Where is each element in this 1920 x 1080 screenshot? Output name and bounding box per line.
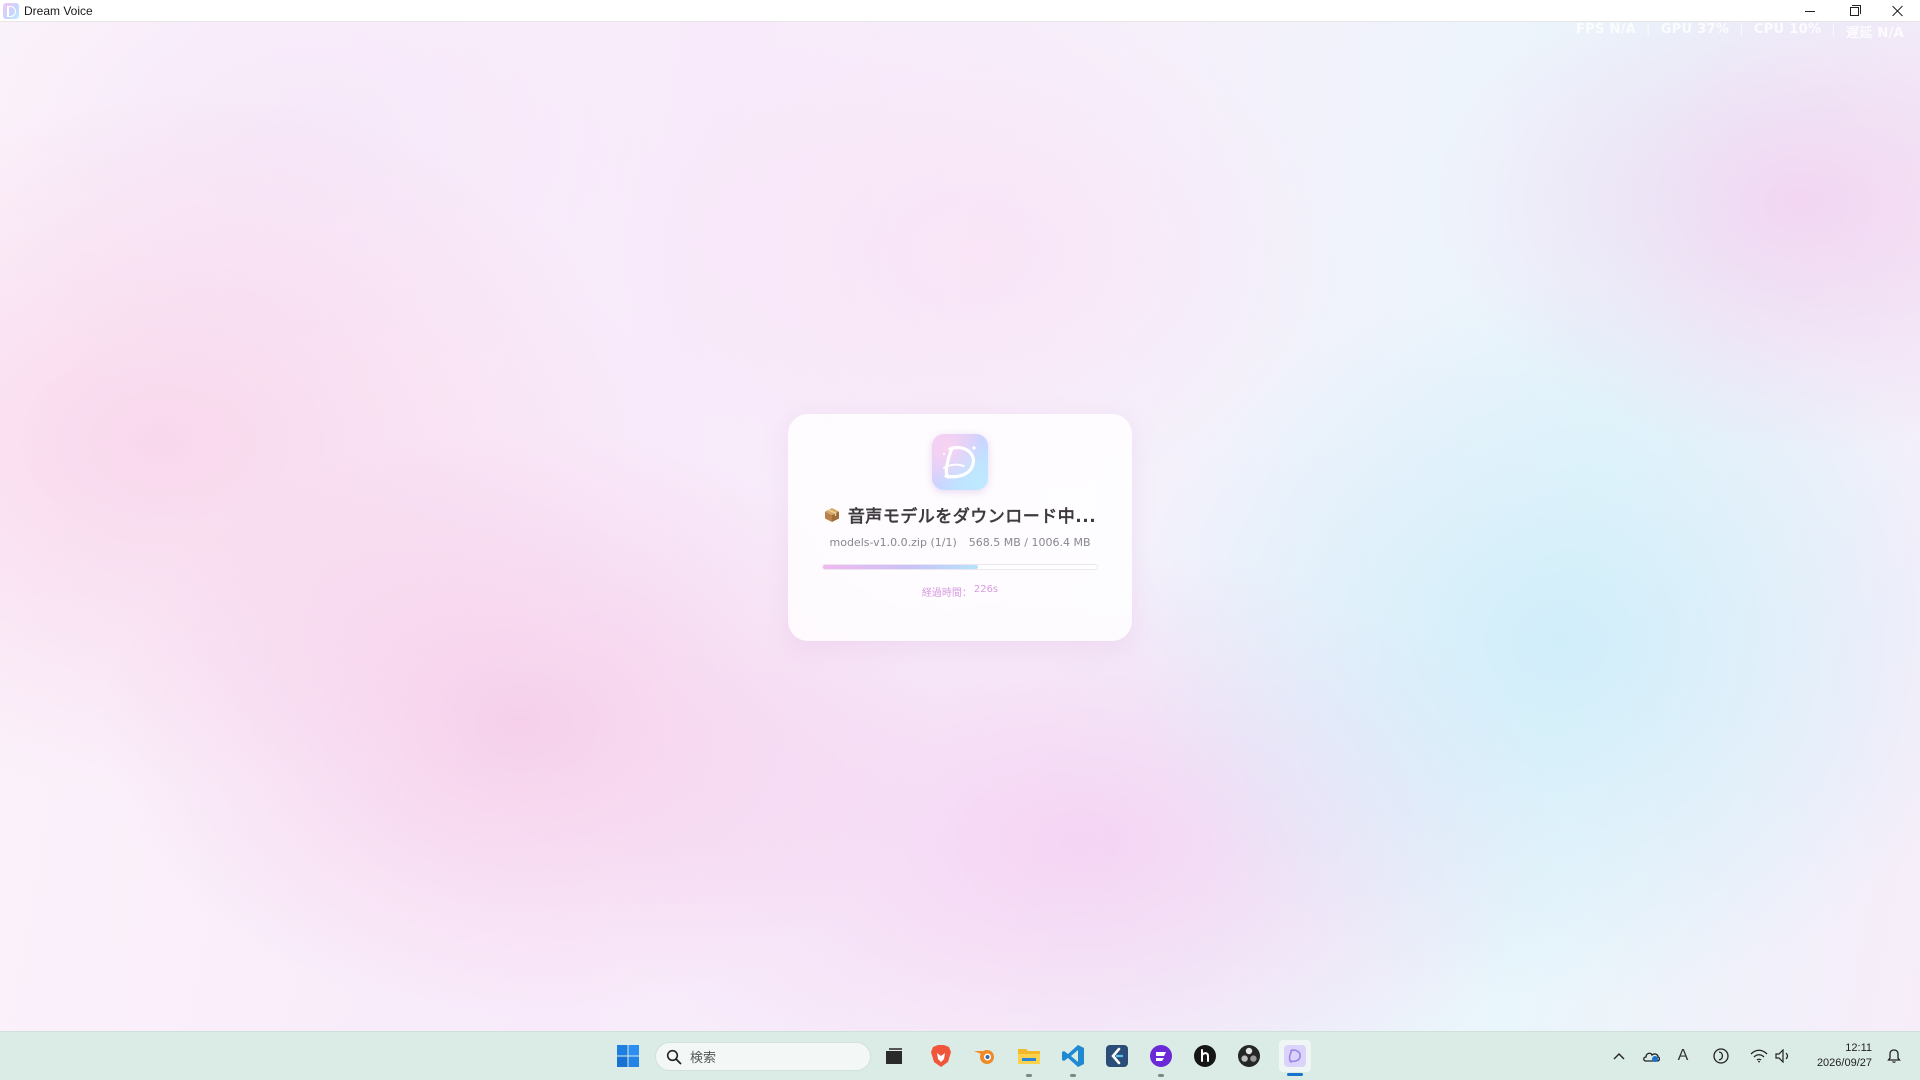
restore-button[interactable]: [1832, 0, 1876, 22]
running-indicator: [1026, 1074, 1032, 1077]
latency-readout: 遅延 N/A: [1845, 26, 1904, 41]
dream-voice-app-icon: [3, 2, 19, 19]
ime-a-icon[interactable]: A: [1673, 1046, 1693, 1066]
download-size-progress: 568.5 MB / 1006.4 MB: [968, 536, 1091, 549]
gpu-readout: GPU 37%: [1660, 22, 1730, 37]
restore-icon: [1849, 4, 1861, 16]
windows-start-icon[interactable]: [614, 1042, 642, 1070]
window-controls: [1788, 0, 1920, 22]
separator: |: [1646, 22, 1651, 37]
performance-overlay: FPS N/A | GPU 37% | CPU 10% | 遅延 N/A: [1576, 22, 1904, 41]
window-titlebar: Dream Voice: [0, 0, 1920, 22]
taskbar-clock[interactable]: 12:11 2026/09/27: [1800, 1041, 1872, 1071]
download-progress-fill: [823, 565, 978, 569]
download-title: 音声モデルをダウンロード中...: [847, 507, 1097, 527]
download-file-info: models-v1.0.0.zip (1/1) 568.5 MB / 1006.…: [788, 536, 1132, 549]
running-indicator: [1070, 1074, 1076, 1077]
vscode-icon[interactable]: [1059, 1042, 1087, 1070]
download-heading: 音声モデルをダウンロード中...: [788, 502, 1132, 527]
minimize-button[interactable]: [1788, 0, 1832, 22]
app-content-area: FPS N/A | GPU 37% | CPU 10% | 遅延 N/A 音声モ…: [0, 22, 1920, 1031]
file-explorer-icon[interactable]: [1015, 1042, 1043, 1070]
minimize-icon: [1805, 10, 1815, 12]
obs-icon[interactable]: [1235, 1042, 1263, 1070]
app-k-icon[interactable]: [1103, 1042, 1131, 1070]
window-title: Dream Voice: [24, 3, 93, 18]
clock-time: 12:11: [1845, 1042, 1872, 1054]
search-icon: [666, 1049, 682, 1064]
chevron-up-icon[interactable]: [1609, 1046, 1629, 1066]
separator: |: [1831, 22, 1836, 37]
elapsed-value: 226s: [973, 584, 999, 595]
file-name: models-v1.0.0.zip (1/1): [829, 536, 957, 549]
package-icon: [824, 507, 840, 523]
app-crescent-icon[interactable]: [1711, 1046, 1731, 1066]
running-indicator: [1158, 1074, 1164, 1077]
active-app-indicator: [1287, 1073, 1303, 1076]
task-view-icon[interactable]: [880, 1042, 908, 1070]
brave-browser-icon[interactable]: [927, 1042, 955, 1070]
dream-voice-icon[interactable]: [1279, 1040, 1311, 1072]
search-placeholder: 検索: [690, 1050, 717, 1065]
close-button[interactable]: [1876, 0, 1920, 22]
cpu-readout: CPU 10%: [1753, 22, 1822, 37]
separator: |: [1739, 22, 1744, 37]
wifi-icon[interactable]: [1749, 1046, 1769, 1066]
notification-icon[interactable]: [1884, 1046, 1904, 1066]
elapsed-label: 経過時間：: [921, 588, 972, 599]
onedrive-icon[interactable]: [1641, 1046, 1661, 1066]
taskbar-search-box[interactable]: 検索: [655, 1042, 871, 1071]
download-progress-bar: [822, 564, 1098, 570]
download-card: 音声モデルをダウンロード中... models-v1.0.0.zip (1/1)…: [788, 414, 1132, 641]
volume-icon[interactable]: [1774, 1046, 1794, 1066]
blender-icon[interactable]: [971, 1042, 999, 1070]
fps-readout: FPS N/A: [1575, 22, 1637, 37]
elapsed-time: 経過時間： 226s: [788, 584, 1132, 599]
clock-date: 2026/09/27: [1816, 1057, 1872, 1069]
dream-voice-logo: [932, 434, 988, 490]
app-black-circle-icon[interactable]: [1191, 1042, 1219, 1070]
app-purple-icon[interactable]: [1147, 1042, 1175, 1070]
logo-letter-d-icon: [942, 445, 976, 479]
taskbar: 検索 A 12:11 2026/09/27: [0, 1031, 1920, 1080]
close-icon: [1892, 5, 1904, 17]
